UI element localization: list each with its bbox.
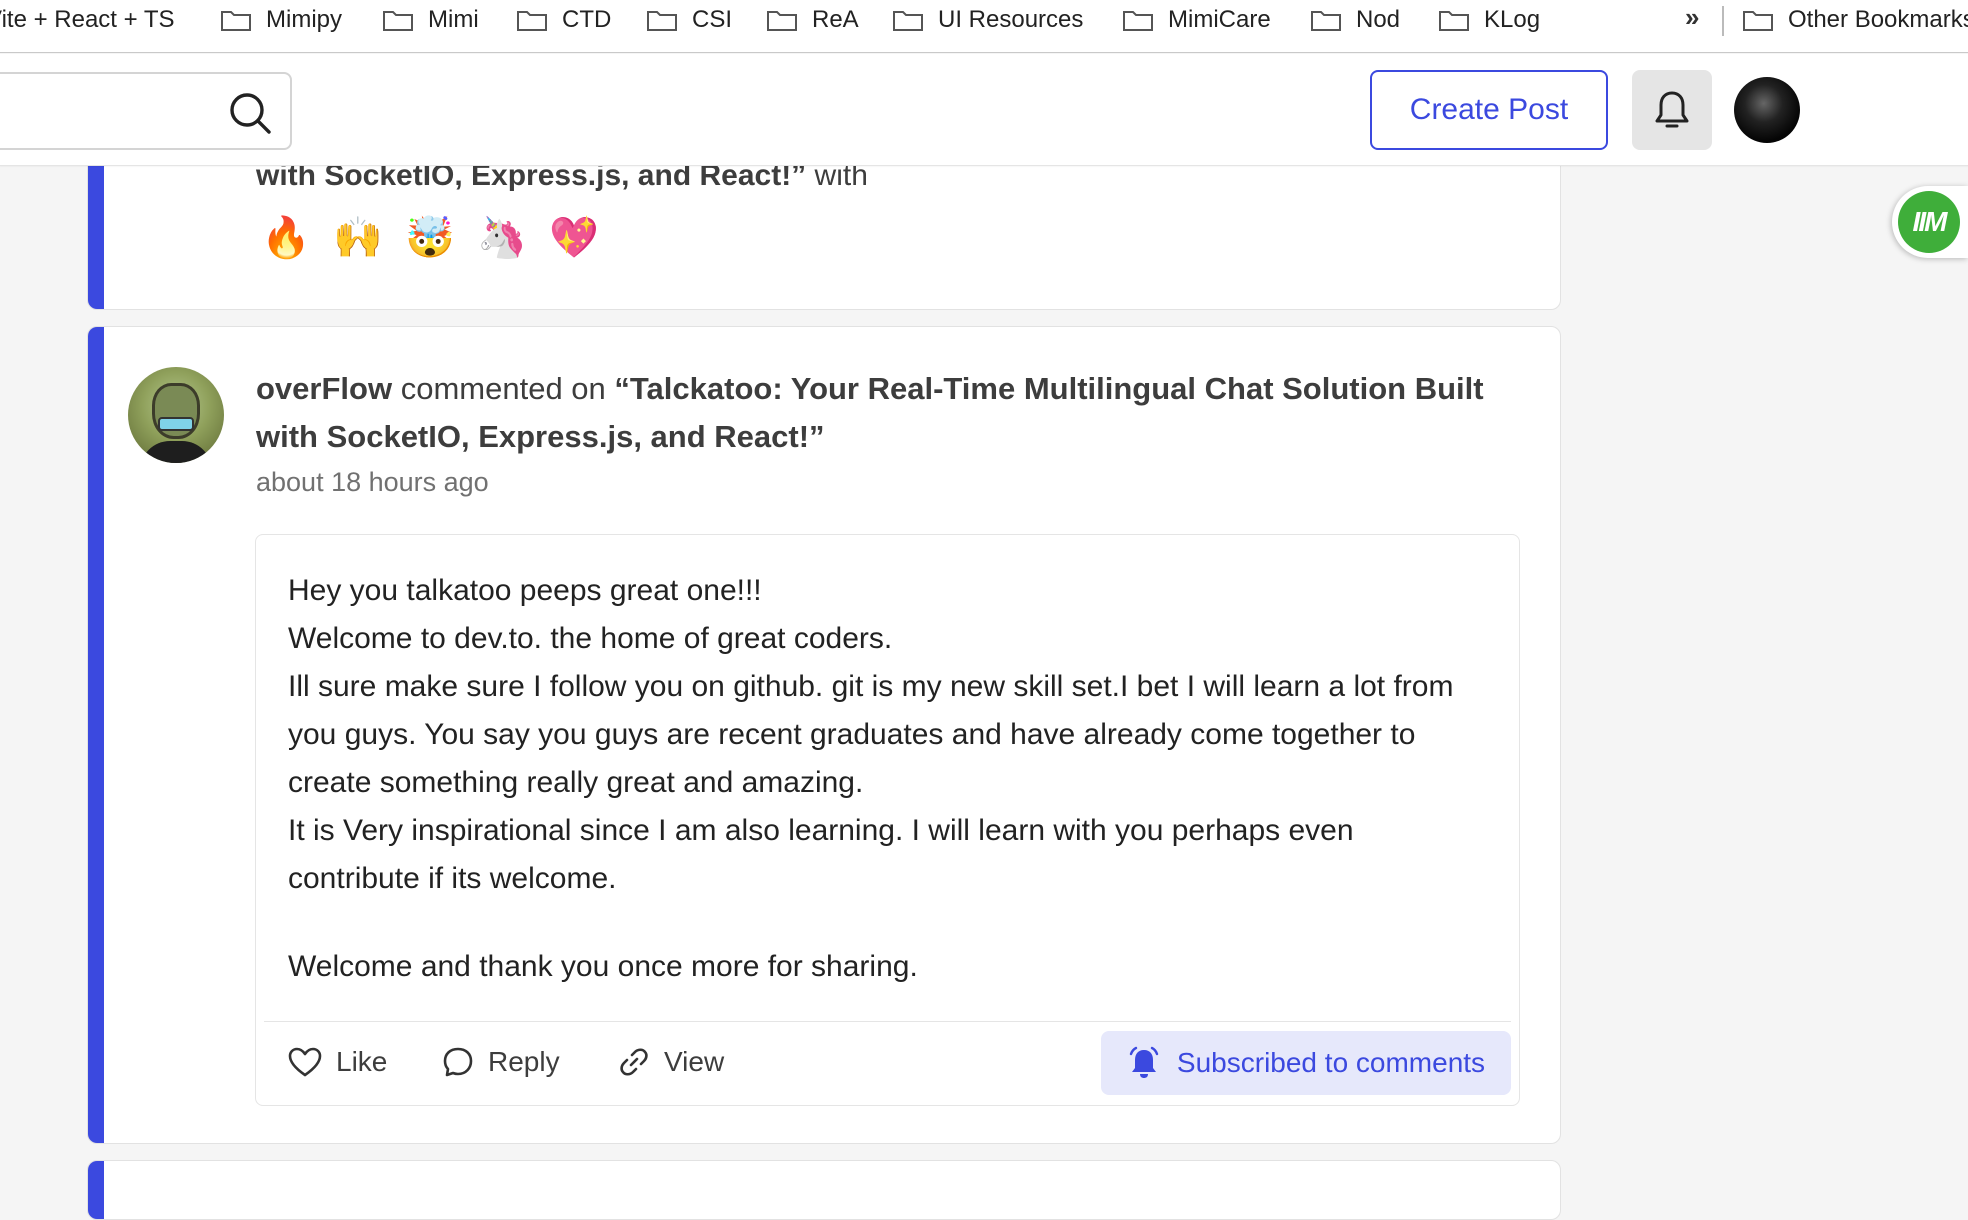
extension-badge[interactable]: IIM [1892, 186, 1968, 258]
comment-body: Hey you talkatoo peeps great one!!! Welc… [288, 567, 1488, 991]
bookmark-csi[interactable]: CSI [646, 0, 732, 40]
comment-actions: Like Reply View Subscribed to comments [264, 1021, 1511, 1099]
reply-button[interactable]: Reply [442, 1034, 560, 1090]
bookmark-other-bookmarks[interactable]: Other Bookmarks [1742, 0, 1968, 40]
comment-line: Welcome and thank you once more for shar… [288, 950, 918, 983]
notifications-button[interactable] [1632, 70, 1712, 150]
bookmarks-separator [1722, 6, 1724, 36]
bookmark-mimi[interactable]: Mimi [382, 0, 479, 40]
comment-line: Welcome to dev.to. the home of great cod… [288, 622, 893, 655]
bookmark-mimicare[interactable]: MimiCare [1122, 0, 1271, 40]
action-text: commented on [400, 371, 606, 406]
bookmark-label: CSI [692, 6, 733, 33]
search-input[interactable] [0, 72, 292, 150]
extension-logo-icon: IIM [1898, 191, 1960, 253]
bookmark-label: Mimipy [266, 6, 342, 33]
subscribed-label: Subscribed to comments [1176, 1047, 1486, 1078]
avatar[interactable] [128, 367, 224, 463]
create-post-button[interactable]: Create Post [1370, 70, 1608, 150]
folder-icon [221, 11, 251, 31]
bookmark-label: CTD [562, 6, 612, 33]
like-button[interactable]: Like [288, 1034, 387, 1090]
folder-icon [517, 11, 547, 31]
folder-icon [767, 11, 797, 31]
folder-icon [383, 11, 413, 31]
bell-ring-icon [1129, 1046, 1159, 1078]
reply-label: Reply [488, 1046, 560, 1077]
fire-reaction-icon: 🔥 [261, 214, 311, 261]
bookmark-label: UI Resources [938, 6, 1084, 33]
bookmark-vite-react-ts[interactable]: Vite + React + TS [0, 0, 175, 40]
raised-hands-reaction-icon: 🙌 [333, 214, 383, 261]
unicorn-reaction-icon: 🦄 [477, 214, 527, 261]
unread-indicator-bar [88, 1161, 104, 1219]
comment-icon [443, 1047, 473, 1077]
folder-icon [1123, 11, 1153, 31]
timestamp: about 18 hours ago [256, 467, 489, 497]
app-header: Create Post [0, 54, 1968, 166]
comment-line: It is Very inspirational since I am also… [288, 814, 1354, 895]
bookmarks-bar: Vite + React + TS Mimipy Mimi CTD CSI Re… [0, 0, 1968, 53]
bookmark-klog[interactable]: KLog [1438, 0, 1540, 40]
like-label: Like [336, 1046, 388, 1077]
comment-line: Hey you talkatoo peeps great one!!! [288, 574, 762, 607]
bookmark-label: Mimi [428, 6, 479, 33]
comment-line: Ill sure make sure I follow you on githu… [288, 670, 1454, 799]
bell-icon [1655, 91, 1689, 128]
username-link[interactable]: overFlow [256, 371, 392, 406]
bookmark-mimipy[interactable]: Mimipy [220, 0, 342, 40]
heart-icon [288, 1047, 322, 1077]
notification-headline: overFlow commented on “Talckatoo: Your R… [256, 365, 1496, 461]
folder-icon [1311, 11, 1341, 31]
exploding-head-reaction-icon: 🤯 [405, 214, 455, 261]
avatar-body [140, 441, 212, 463]
bookmarks-overflow-button[interactable]: » [1685, 2, 1699, 33]
view-label: View [664, 1046, 725, 1077]
subscribed-to-comments-button[interactable]: Subscribed to comments [1101, 1031, 1511, 1095]
folder-icon [893, 11, 923, 31]
notification-card-next [87, 1160, 1561, 1220]
bookmark-label: Nod [1356, 6, 1401, 33]
comment-box: Hey you talkatoo peeps great one!!! Welc… [255, 534, 1520, 1106]
bookmark-label: ReA [812, 6, 859, 33]
view-button[interactable]: View [618, 1034, 724, 1090]
bookmark-ui-resources[interactable]: UI Resources [892, 0, 1083, 40]
sparkle-heart-reaction-icon: 💖 [549, 214, 599, 261]
bookmark-label: KLog [1484, 6, 1541, 33]
bookmark-rea[interactable]: ReA [766, 0, 859, 40]
avatar-teeth [158, 417, 194, 431]
folder-icon [1439, 11, 1469, 31]
notification-card-comment: overFlow commented on “Talckatoo: Your R… [87, 326, 1561, 1144]
bookmark-label: MimiCare [1168, 6, 1271, 33]
reaction-list: 🔥 🙌 🤯 🦄 💖 [261, 213, 599, 261]
folder-icon [647, 11, 677, 31]
bookmark-nod[interactable]: Nod [1310, 0, 1400, 40]
folder-icon [1743, 11, 1773, 31]
search-icon[interactable] [228, 91, 272, 135]
bookmark-ctd[interactable]: CTD [516, 0, 611, 40]
bookmark-label: Other Bookmarks [1788, 6, 1968, 33]
bookmark-label: Vite + React + TS [0, 6, 175, 33]
user-avatar-menu[interactable] [1734, 77, 1800, 143]
link-icon [620, 1048, 648, 1076]
unread-indicator-bar [88, 327, 104, 1143]
